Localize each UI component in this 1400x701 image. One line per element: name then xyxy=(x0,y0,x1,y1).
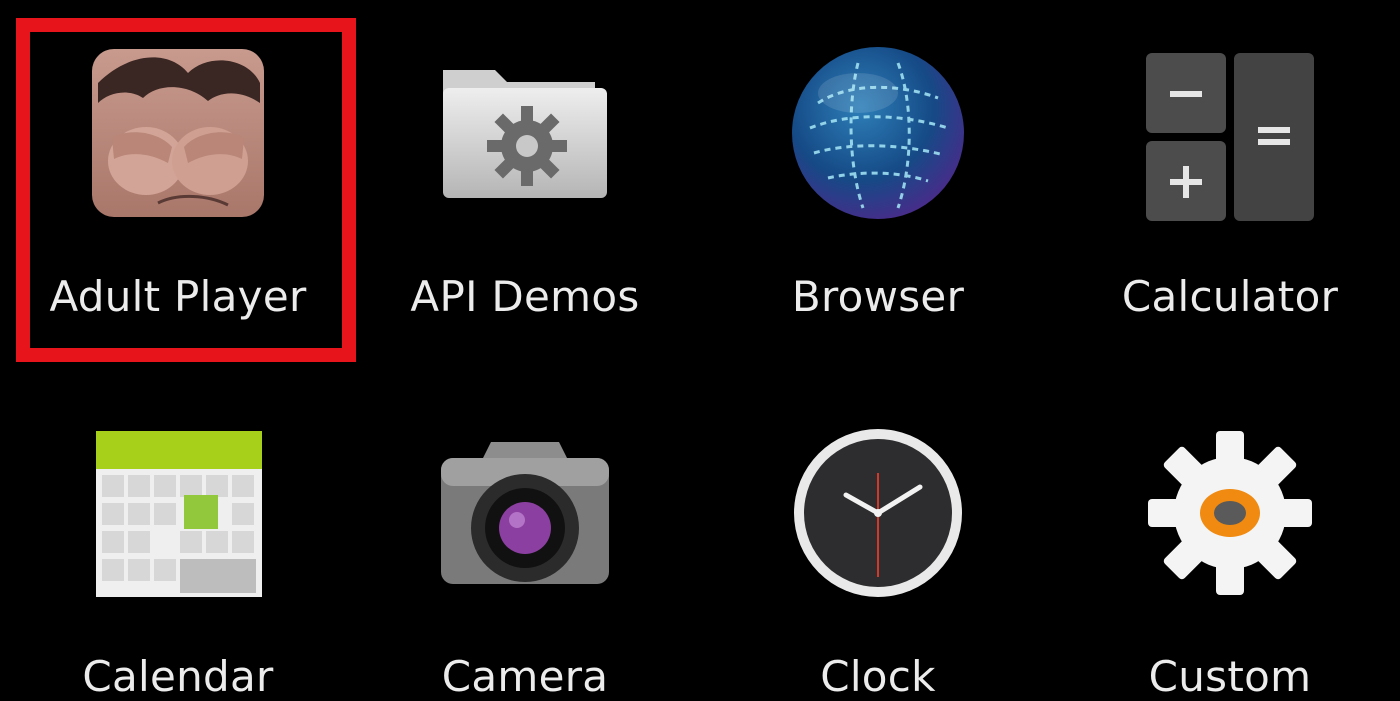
app-label: Calculator xyxy=(1121,272,1339,321)
app-label: Custom xyxy=(1148,652,1312,701)
folder-gear-icon xyxy=(435,38,615,228)
gear-icon xyxy=(1140,418,1320,608)
app-label: API Demos xyxy=(410,272,640,321)
app-label: Calendar xyxy=(82,652,274,701)
app-api-demos[interactable]: API Demos xyxy=(365,38,685,321)
app-calculator[interactable]: Calculator xyxy=(1070,38,1390,321)
clock-icon xyxy=(788,418,968,608)
app-label: Camera xyxy=(441,652,609,701)
app-camera[interactable]: Camera xyxy=(365,418,685,701)
calendar-icon xyxy=(88,418,268,608)
calculator-icon xyxy=(1140,38,1320,228)
camera-icon xyxy=(435,418,615,608)
app-custom[interactable]: Custom xyxy=(1070,418,1390,701)
selection-highlight xyxy=(16,18,356,362)
app-label: Browser xyxy=(791,272,965,321)
app-clock[interactable]: Clock xyxy=(718,418,1038,701)
app-browser[interactable]: Browser xyxy=(718,38,1038,321)
globe-icon xyxy=(788,38,968,228)
app-calendar[interactable]: Calendar xyxy=(18,418,338,701)
app-label: Clock xyxy=(820,652,936,701)
